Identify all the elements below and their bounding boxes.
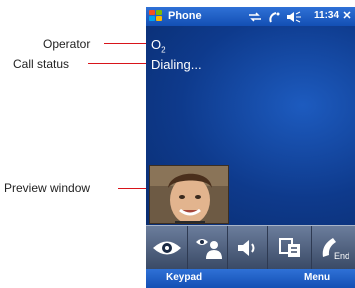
camera-person-icon (195, 239, 222, 259)
video-toggle-button[interactable] (146, 226, 188, 270)
volume-icon[interactable] (286, 11, 302, 26)
phone-screen: Phone 11:34 ✕ O2 Dialing... End Keypad M… (146, 7, 355, 288)
swap-video-button[interactable] (268, 226, 312, 270)
call-toolbar: End (146, 225, 355, 270)
call-status-callout-label: Call status (13, 57, 70, 71)
connectivity-icon[interactable] (248, 11, 262, 26)
operator-callout-line (104, 43, 148, 44)
clock[interactable]: 11:34 (314, 10, 339, 21)
end-call-button[interactable]: End (312, 226, 355, 270)
menu-softkey[interactable]: Menu (304, 272, 330, 283)
camera-person-button[interactable] (188, 226, 228, 270)
call-area: O2 Dialing... (146, 26, 355, 225)
operator-name: O2 (151, 37, 166, 55)
end-call-label: End (334, 251, 349, 261)
preview-window-callout-line (118, 188, 146, 189)
preview-window[interactable] (149, 165, 229, 224)
close-button[interactable]: ✕ (340, 9, 354, 23)
swap-video-icon (278, 238, 300, 257)
speaker-button[interactable] (228, 226, 268, 270)
call-status: Dialing... (151, 57, 202, 72)
phone-signal-icon[interactable] (268, 11, 282, 27)
windows-start-icon[interactable] (149, 10, 163, 23)
title-bar: Phone 11:34 ✕ (146, 7, 355, 26)
call-status-callout-line (88, 63, 148, 64)
preview-window-callout-label: Preview window (4, 181, 91, 195)
eye-icon (152, 241, 181, 255)
app-title: Phone (168, 10, 202, 22)
end-call-icon: End (322, 238, 349, 261)
keypad-softkey[interactable]: Keypad (166, 272, 202, 283)
operator-callout-label: Operator (43, 37, 91, 51)
speaker-icon (237, 240, 254, 256)
softkey-bar: Keypad Menu (146, 269, 355, 288)
